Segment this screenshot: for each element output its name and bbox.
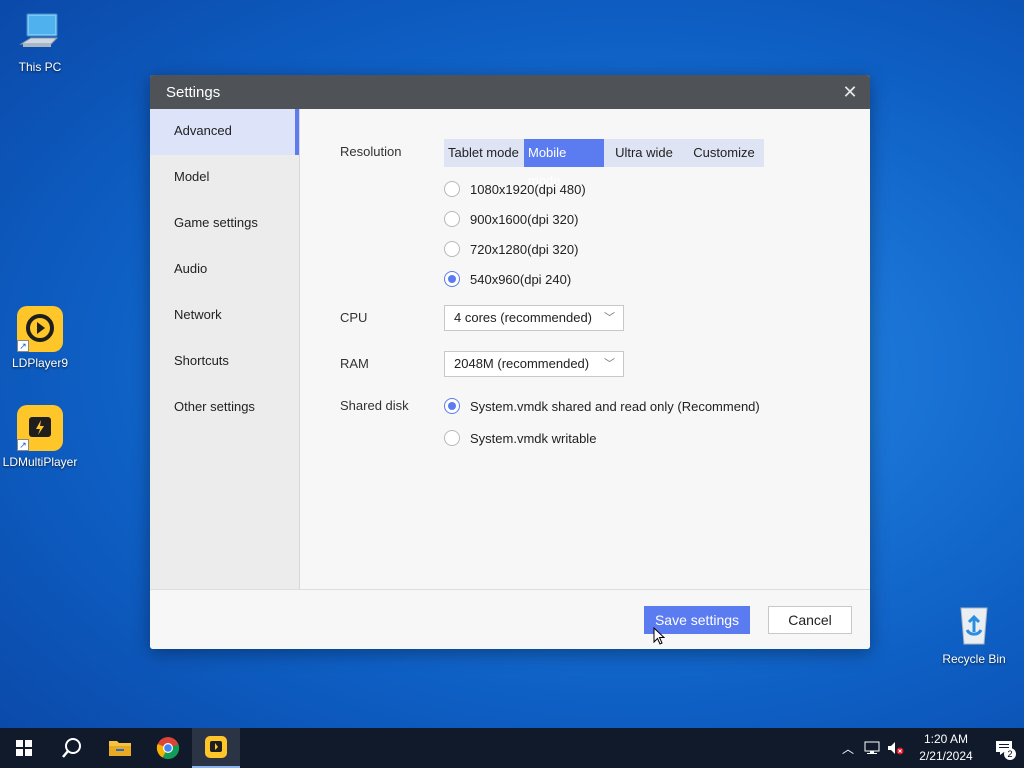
search-icon [62, 738, 81, 758]
shared-disk-option-label: System.vmdk shared and read only (Recomm… [470, 398, 760, 414]
shortcut-arrow-icon: ↗ [17, 439, 29, 451]
resolution-option-label: 720x1280(dpi 320) [470, 241, 579, 257]
windows-logo-icon [16, 740, 32, 756]
resolution-option-label: 540x960(dpi 240) [470, 271, 572, 287]
sidebar-item-network[interactable]: Network [150, 293, 299, 339]
sidebar-item-shortcuts[interactable]: Shortcuts [150, 339, 299, 385]
ram-select-value: 2048M (recommended) [454, 356, 590, 371]
cpu-select-value: 4 cores (recommended) [454, 310, 592, 325]
resolution-option-label: 1080x1920(dpi 480) [470, 181, 586, 197]
cpu-label: CPU [340, 310, 368, 325]
settings-sidebar: Advanced Model Game settings Audio Netwo… [150, 109, 300, 589]
start-button[interactable] [0, 728, 48, 768]
chevron-down-icon: ﹀ [604, 358, 615, 370]
dialog-footer: Save settings Cancel [150, 589, 870, 649]
taskbar-ldplayer[interactable] [192, 728, 240, 768]
ldmultiplayer-icon: ↗ [17, 405, 63, 451]
shared-disk-label: Shared disk [340, 398, 409, 413]
desktop-icon-label: Recycle Bin [942, 652, 1006, 666]
shared-disk-option-label: System.vmdk writable [470, 430, 597, 446]
resolution-mode-tabs: Tablet mode Mobile mode Ultra wide Custo… [444, 139, 764, 188]
desktop-icon-this-pc[interactable]: This PC [0, 10, 80, 74]
resolution-option-label: 900x1600(dpi 320) [470, 211, 579, 227]
computer-icon [17, 10, 63, 56]
settings-dialog: Settings ✕ Advanced Model Game settings … [150, 75, 870, 649]
sidebar-item-advanced[interactable]: Advanced [150, 109, 299, 155]
resolution-label: Resolution [340, 144, 402, 159]
radio-button[interactable] [444, 241, 460, 257]
cancel-button[interactable]: Cancel [768, 606, 852, 634]
sidebar-item-audio[interactable]: Audio [150, 247, 299, 293]
desktop-icon-label: This PC [18, 60, 62, 74]
desktop-icon-recycle-bin[interactable]: Recycle Bin [934, 602, 1014, 666]
network-icon[interactable] [860, 728, 884, 768]
radio-button-selected[interactable] [444, 398, 460, 414]
chevron-up-icon[interactable]: ︿ [836, 728, 860, 768]
chrome-icon [156, 737, 180, 760]
tab-customize[interactable]: Customize [684, 139, 764, 167]
ram-select[interactable]: 2048M (recommended) ﹀ [444, 351, 624, 377]
clock-date: 2/21/2024 [919, 749, 973, 763]
shared-disk-option-readonly[interactable]: System.vmdk shared and read only (Recomm… [444, 396, 760, 416]
taskbar: ︿ 1:20 AM 2/21/2024 2 [0, 728, 1024, 768]
radio-button[interactable] [444, 181, 460, 197]
mouse-pointer-icon [653, 627, 665, 645]
recycle-bin-icon [951, 602, 997, 648]
dialog-title: Settings [166, 83, 221, 101]
dialog-titlebar: Settings ✕ [150, 75, 870, 109]
desktop-icon-ldmultiplayer[interactable]: ↗ LDMultiPlayer [0, 405, 80, 469]
sidebar-item-other-settings[interactable]: Other settings [150, 385, 299, 431]
radio-button-selected[interactable] [444, 271, 460, 287]
shortcut-arrow-icon: ↗ [17, 340, 29, 352]
desktop-icon-ldplayer9[interactable]: ↗ LDPlayer9 [0, 306, 80, 370]
tab-tablet-mode[interactable]: Tablet mode [444, 139, 524, 167]
ram-label: RAM [340, 356, 369, 371]
resolution-option-540[interactable]: 540x960(dpi 240) [444, 269, 571, 289]
shared-disk-option-writable[interactable]: System.vmdk writable [444, 428, 596, 448]
chevron-down-icon: ﹀ [604, 312, 615, 324]
sidebar-item-game-settings[interactable]: Game settings [150, 201, 299, 247]
sidebar-item-model[interactable]: Model [150, 155, 299, 201]
tab-ultra-wide[interactable]: Ultra wide [604, 139, 684, 167]
taskbar-chrome[interactable] [144, 728, 192, 768]
desktop-icon-label: LDPlayer9 [11, 356, 69, 370]
volume-muted-icon[interactable] [884, 728, 908, 768]
settings-content: Resolution Tablet mode Mobile mode Ultra… [300, 109, 870, 589]
desktop-icon-label: LDMultiPlayer [2, 455, 78, 469]
resolution-option-1080[interactable]: 1080x1920(dpi 480) [444, 179, 586, 199]
taskbar-file-explorer[interactable] [96, 728, 144, 768]
notification-count-badge: 2 [1004, 748, 1016, 760]
radio-button[interactable] [444, 430, 460, 446]
tab-mobile-mode[interactable]: Mobile mode [524, 139, 604, 188]
resolution-option-720[interactable]: 720x1280(dpi 320) [444, 239, 578, 259]
resolution-option-900[interactable]: 900x1600(dpi 320) [444, 209, 578, 229]
radio-button[interactable] [444, 211, 460, 227]
ldplayer-icon: ↗ [17, 306, 63, 352]
folder-icon [109, 741, 131, 756]
search-button[interactable] [48, 728, 96, 768]
notification-center-button[interactable]: 2 [984, 728, 1024, 768]
system-tray: ︿ 1:20 AM 2/21/2024 2 [836, 728, 1024, 768]
cpu-select[interactable]: 4 cores (recommended) ﹀ [444, 305, 624, 331]
taskbar-clock[interactable]: 1:20 AM 2/21/2024 [908, 731, 984, 765]
ldplayer-taskbar-icon [205, 736, 227, 758]
close-icon[interactable]: ✕ [840, 82, 860, 102]
clock-time: 1:20 AM [923, 732, 969, 746]
